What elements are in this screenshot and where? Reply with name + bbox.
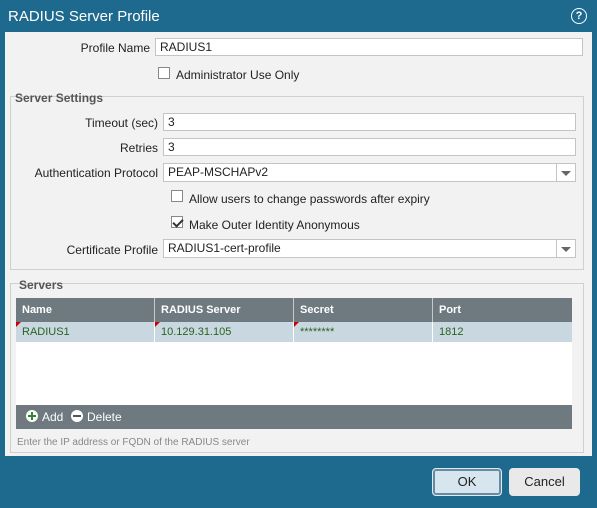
timeout-label: Timeout (sec) xyxy=(85,116,158,130)
dialog-title: RADIUS Server Profile xyxy=(8,8,160,25)
servers-hint: Enter the IP address or FQDN of the RADI… xyxy=(17,437,250,448)
help-icon[interactable]: ? xyxy=(571,8,587,24)
servers-table-header: Name RADIUS Server Secret Port xyxy=(16,298,572,322)
admin-use-only-label: Administrator Use Only xyxy=(176,68,300,82)
retries-input[interactable]: 3 xyxy=(163,138,576,156)
add-button-label: Add xyxy=(42,410,64,424)
column-header-radius-server[interactable]: RADIUS Server xyxy=(155,298,294,322)
cert-profile-label: Certificate Profile xyxy=(66,243,158,257)
column-header-name[interactable]: Name xyxy=(16,298,155,322)
delete-button[interactable]: Delete xyxy=(71,410,126,424)
plus-icon xyxy=(26,410,38,422)
ok-button[interactable]: OK xyxy=(432,468,502,496)
dialog-body: Profile Name RADIUS1 Administrator Use O… xyxy=(5,32,592,456)
admin-use-only-checkbox[interactable] xyxy=(158,67,170,79)
cert-profile-value: RADIUS1-cert-profile xyxy=(168,241,281,255)
title-bar: RADIUS Server Profile ? xyxy=(0,0,597,32)
retries-label: Retries xyxy=(119,141,158,155)
server-settings-legend: Server Settings xyxy=(15,91,104,105)
modified-marker-icon xyxy=(294,322,299,327)
outer-identity-checkbox[interactable] xyxy=(171,216,183,228)
cell-port[interactable]: 1812 xyxy=(433,322,572,342)
auth-protocol-select[interactable]: PEAP-MSCHAPv2 xyxy=(163,163,576,182)
add-button[interactable]: Add xyxy=(26,410,66,424)
modified-marker-icon xyxy=(155,322,160,327)
cert-profile-select[interactable]: RADIUS1-cert-profile xyxy=(163,239,576,258)
column-header-port[interactable]: Port xyxy=(433,298,572,322)
servers-table-toolbar: Add Delete xyxy=(16,405,572,429)
timeout-input[interactable]: 3 xyxy=(163,113,576,131)
chevron-down-icon[interactable] xyxy=(556,164,575,181)
auth-protocol-label: Authentication Protocol xyxy=(34,166,158,180)
table-row[interactable]: RADIUS1 10.129.31.105 ******** 1812 xyxy=(16,322,572,342)
column-header-secret[interactable]: Secret xyxy=(294,298,433,322)
profile-name-input[interactable]: RADIUS1 xyxy=(155,38,583,56)
cancel-button[interactable]: Cancel xyxy=(509,468,580,496)
cell-radius-server[interactable]: 10.129.31.105 xyxy=(155,322,294,342)
modified-marker-icon xyxy=(16,322,21,327)
servers-section: Servers Name RADIUS Server Secret Port R… xyxy=(10,278,584,453)
delete-button-label: Delete xyxy=(87,410,122,424)
servers-legend: Servers xyxy=(19,278,64,292)
outer-identity-label: Make Outer Identity Anonymous xyxy=(189,218,360,232)
cell-name[interactable]: RADIUS1 xyxy=(16,322,155,342)
server-settings-section: Server Settings Timeout (sec) 3 Retries … xyxy=(10,91,584,270)
allow-change-password-checkbox[interactable] xyxy=(171,190,183,202)
minus-icon xyxy=(71,410,83,422)
auth-protocol-value: PEAP-MSCHAPv2 xyxy=(168,165,269,179)
profile-name-label: Profile Name xyxy=(80,41,150,55)
allow-change-password-label: Allow users to change passwords after ex… xyxy=(189,192,430,206)
chevron-down-icon[interactable] xyxy=(556,240,575,257)
servers-table-empty-area xyxy=(16,342,572,405)
cell-secret[interactable]: ******** xyxy=(294,322,433,342)
